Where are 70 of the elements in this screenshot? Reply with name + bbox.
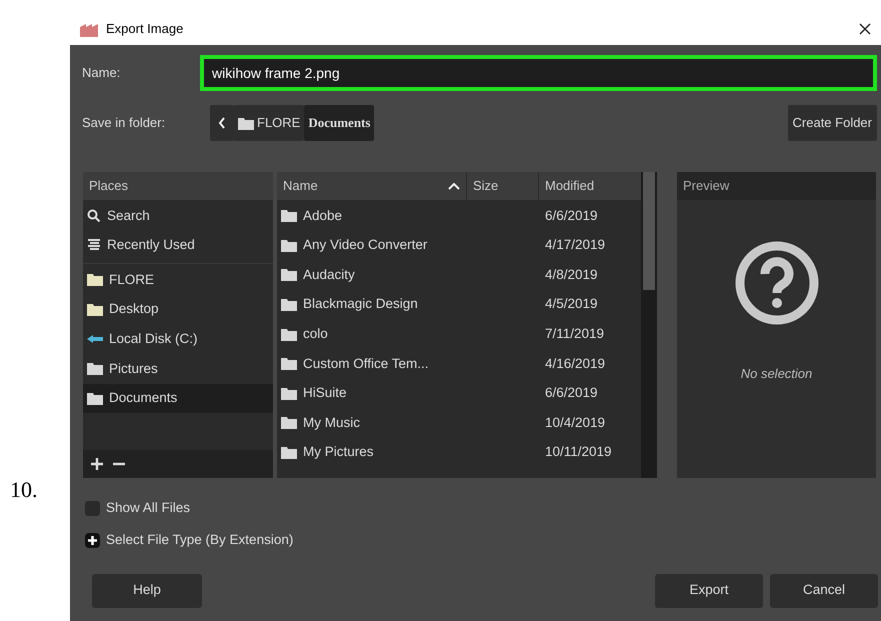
place-item[interactable]: Local Disk (C:) [83, 324, 273, 354]
folder-icon [87, 392, 103, 405]
checkbox[interactable] [85, 500, 100, 516]
chevron-up-icon [448, 182, 460, 190]
file-name-cell[interactable]: HiSuite [277, 383, 539, 404]
scrollbar[interactable] [641, 172, 657, 478]
folder-icon [281, 268, 297, 282]
place-item[interactable]: Search [83, 201, 273, 231]
preview-header: Preview [677, 172, 876, 200]
back-button[interactable] [210, 105, 234, 141]
step-number: 10. [10, 477, 38, 502]
folder-icon [281, 357, 297, 370]
file-name-cell[interactable]: Any Video Converter [277, 235, 539, 256]
file-name-cell[interactable]: Custom Office Tem... [277, 354, 539, 374]
place-item[interactable]: Recently Used [83, 230, 273, 260]
places-header: Places [83, 172, 273, 200]
modified-cell-text: 6/6/2019 [544, 206, 599, 225]
expander-label[interactable]: Select File Type (By Extension) [106, 530, 294, 550]
modified-cell-text: 7/11/2019 [544, 325, 606, 344]
place-item[interactable]: Desktop [83, 294, 273, 324]
plus-icon[interactable] [85, 532, 100, 548]
folder-icon [281, 446, 297, 460]
folder-icon [281, 298, 297, 312]
place-item[interactable]: Documents [83, 384, 273, 414]
file-name-cell[interactable]: Audacity [277, 264, 539, 286]
column-header[interactable]: Modified [539, 172, 641, 200]
help-button[interactable]: Help [92, 574, 202, 608]
question-icon [734, 240, 820, 326]
no-selection-text: No selection [740, 365, 812, 383]
close-icon[interactable] [859, 22, 871, 34]
folder-icon [87, 303, 103, 316]
folder-icon [238, 116, 254, 130]
add-icon[interactable] [91, 458, 103, 470]
stack-icon [87, 238, 101, 252]
folder-icon [87, 362, 103, 376]
file-name-cell[interactable]: Adobe [277, 206, 539, 226]
folder-icon [281, 386, 297, 400]
create-folder-button[interactable]: Create Folder [788, 105, 877, 141]
folder-label: Save in folder: [82, 114, 166, 132]
modified-cell-text: 4/5/2019 [544, 295, 599, 314]
drive-icon [87, 333, 103, 346]
file-name-cell[interactable]: Blackmagic Design [277, 294, 539, 315]
modified-cell-text: 10/11/2019 [544, 443, 613, 462]
path-button[interactable]: Documents [304, 105, 374, 141]
modified-cell-text: 4/8/2019 [544, 266, 599, 284]
file-name-cell[interactable]: My Music [277, 412, 539, 434]
export-button[interactable]: Export [655, 574, 763, 608]
folder-icon [87, 273, 103, 286]
window-title: Export Image [106, 20, 184, 38]
column-header[interactable]: Size [467, 172, 539, 200]
folder-icon [281, 209, 297, 222]
file-name-cell[interactable]: My Pictures [277, 442, 539, 463]
checkbox-label: Show All Files [106, 499, 190, 517]
modified-cell-text: 4/16/2019 [544, 354, 606, 373]
modified-cell-text: 6/6/2019 [544, 384, 599, 402]
place-item[interactable]: Pictures [83, 354, 273, 384]
column-header[interactable]: Name [277, 172, 467, 200]
name-label: Name: [82, 64, 122, 82]
chevron-left-icon [218, 117, 226, 129]
file-name-cell[interactable]: colo [277, 324, 539, 344]
folder-icon [281, 328, 297, 341]
folder-icon [281, 238, 297, 252]
search-icon [87, 208, 101, 223]
modified-cell-text: 10/4/2019 [544, 414, 606, 432]
path-button[interactable]: FLORE [234, 105, 304, 141]
name-field[interactable]: wikihow frame 2.png [200, 55, 877, 91]
cancel-button[interactable]: Cancel [770, 574, 878, 608]
place-item[interactable]: FLORE [83, 265, 273, 295]
modified-cell-text: 4/17/2019 [544, 236, 606, 254]
folder-icon [281, 416, 297, 430]
